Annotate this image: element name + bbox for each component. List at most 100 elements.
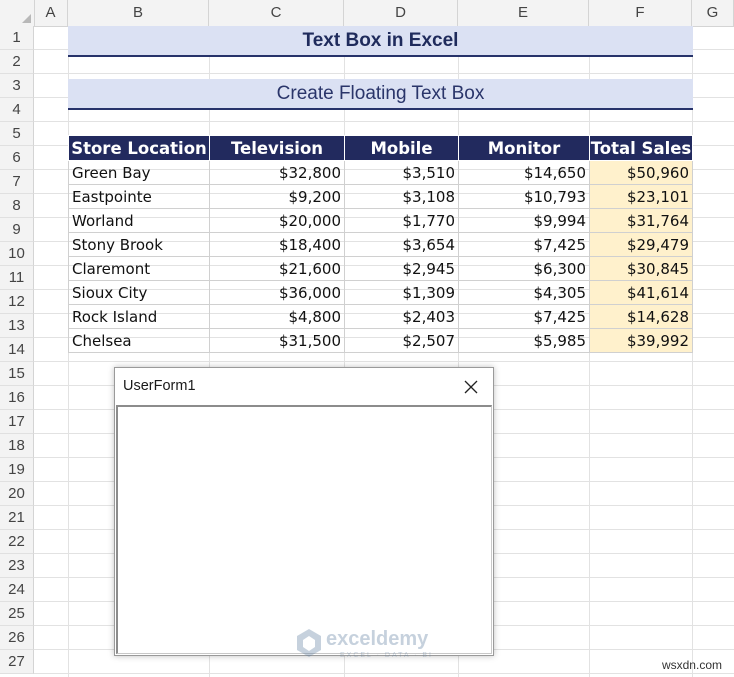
row-header-19[interactable]: 19 [0,458,34,482]
monitor-cell[interactable]: $4,305 [458,280,590,305]
sales-table: Store Location Television Mobile Monitor… [68,135,693,353]
mobile-cell[interactable]: $2,403 [344,304,459,329]
table-row: Worland $20,000 $1,770 $9,994 $31,764 [68,208,693,233]
mobile-cell[interactable]: $3,108 [344,184,459,209]
grid-hline [34,121,734,122]
userform-dialog[interactable]: UserForm1 [114,367,494,656]
store-location-cell[interactable]: Stony Brook [68,232,210,257]
television-cell[interactable]: $32,800 [209,160,345,185]
header-mobile[interactable]: Mobile [344,135,459,161]
monitor-cell[interactable]: $5,985 [458,328,590,353]
total-sales-cell[interactable]: $50,960 [589,160,693,185]
television-cell[interactable]: $20,000 [209,208,345,233]
column-header-f[interactable]: F [589,0,692,26]
row-header-2[interactable]: 2 [0,50,34,74]
column-header-e[interactable]: E [458,0,589,26]
row-header-16[interactable]: 16 [0,386,34,410]
total-sales-cell[interactable]: $30,845 [589,256,693,281]
mobile-cell[interactable]: $1,309 [344,280,459,305]
row-header-24[interactable]: 24 [0,578,34,602]
monitor-cell[interactable]: $7,425 [458,232,590,257]
row-header-27[interactable]: 27 [0,650,34,674]
row-header-25[interactable]: 25 [0,602,34,626]
close-icon[interactable] [458,374,484,400]
row-header-1[interactable]: 1 [0,26,34,50]
row-header-17[interactable]: 17 [0,410,34,434]
television-cell[interactable]: $36,000 [209,280,345,305]
television-cell[interactable]: $21,600 [209,256,345,281]
column-header-d[interactable]: D [344,0,458,26]
select-all-corner[interactable] [0,0,35,26]
mobile-cell[interactable]: $2,945 [344,256,459,281]
row-header-5[interactable]: 5 [0,122,34,146]
column-header-a[interactable]: A [34,0,68,26]
row-header-7[interactable]: 7 [0,170,34,194]
mobile-cell[interactable]: $2,507 [344,328,459,353]
row-header-4[interactable]: 4 [0,98,34,122]
total-sales-cell[interactable]: $31,764 [589,208,693,233]
header-store-location[interactable]: Store Location [68,135,210,161]
table-row: Claremont $21,600 $2,945 $6,300 $30,845 [68,256,693,281]
store-location-cell[interactable]: Eastpointe [68,184,210,209]
row-header-9[interactable]: 9 [0,218,34,242]
column-header-b[interactable]: B [68,0,209,26]
header-television[interactable]: Television [209,135,345,161]
row-header-15[interactable]: 15 [0,362,34,386]
television-cell[interactable]: $31,500 [209,328,345,353]
store-location-cell[interactable]: Sioux City [68,280,210,305]
row-header-18[interactable]: 18 [0,434,34,458]
row-header-10[interactable]: 10 [0,242,34,266]
monitor-cell[interactable]: $6,300 [458,256,590,281]
row-header-26[interactable]: 26 [0,626,34,650]
column-header-c[interactable]: C [209,0,344,26]
row-header-14[interactable]: 14 [0,338,34,362]
television-cell[interactable]: $4,800 [209,304,345,329]
television-cell[interactable]: $18,400 [209,232,345,257]
column-header-g[interactable]: G [692,0,734,26]
watermark-brand: exceldemy [326,628,429,650]
table-row: Sioux City $36,000 $1,309 $4,305 $41,614 [68,280,693,305]
watermark-tagline: EXCEL · DATA · BI [340,652,433,659]
userform-title: UserForm1 [123,378,196,394]
total-sales-cell[interactable]: $23,101 [589,184,693,209]
row-header-11[interactable]: 11 [0,266,34,290]
sheet-title: Text Box in Excel [68,26,693,57]
total-sales-cell[interactable]: $29,479 [589,232,693,257]
userform-titlebar[interactable]: UserForm1 [115,368,493,405]
row-header-6[interactable]: 6 [0,146,34,170]
sheet-subtitle: Create Floating Text Box [68,79,693,110]
mobile-cell[interactable]: $3,510 [344,160,459,185]
grid-hline [34,673,734,674]
store-location-cell[interactable]: Rock Island [68,304,210,329]
header-monitor[interactable]: Monitor [458,135,590,161]
row-header-21[interactable]: 21 [0,506,34,530]
row-header-12[interactable]: 12 [0,290,34,314]
total-sales-cell[interactable]: $41,614 [589,280,693,305]
row-header-13[interactable]: 13 [0,314,34,338]
table-header-row: Store Location Television Mobile Monitor… [68,135,693,161]
store-location-cell[interactable]: Green Bay [68,160,210,185]
table-row: Eastpointe $9,200 $3,108 $10,793 $23,101 [68,184,693,209]
monitor-cell[interactable]: $14,650 [458,160,590,185]
mobile-cell[interactable]: $3,654 [344,232,459,257]
television-cell[interactable]: $9,200 [209,184,345,209]
mobile-cell[interactable]: $1,770 [344,208,459,233]
row-header-8[interactable]: 8 [0,194,34,218]
table-row: Green Bay $32,800 $3,510 $14,650 $50,960 [68,160,693,185]
store-location-cell[interactable]: Claremont [68,256,210,281]
store-location-cell[interactable]: Worland [68,208,210,233]
store-location-cell[interactable]: Chelsea [68,328,210,353]
row-header-3[interactable]: 3 [0,74,34,98]
row-header-22[interactable]: 22 [0,530,34,554]
monitor-cell[interactable]: $9,994 [458,208,590,233]
monitor-cell[interactable]: $10,793 [458,184,590,209]
total-sales-cell[interactable]: $39,992 [589,328,693,353]
table-row: Rock Island $4,800 $2,403 $7,425 $14,628 [68,304,693,329]
total-sales-cell[interactable]: $14,628 [589,304,693,329]
row-header-20[interactable]: 20 [0,482,34,506]
userform-client-area[interactable] [116,405,492,654]
monitor-cell[interactable]: $7,425 [458,304,590,329]
header-total-sales[interactable]: Total Sales [589,135,693,161]
row-header-23[interactable]: 23 [0,554,34,578]
grid-hline [34,73,734,74]
